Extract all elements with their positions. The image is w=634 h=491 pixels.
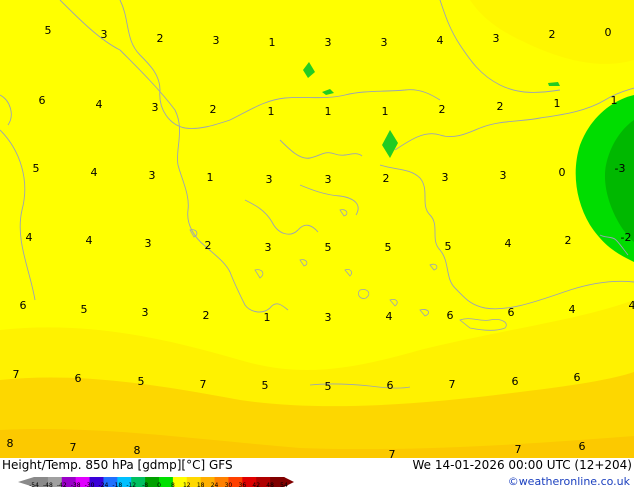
temperature-label: 6 xyxy=(579,440,586,453)
weather-map: 5 3 2 3 1 3 3 4 3 2 0 6 4 3 2 1 1 1 2 2 1 1 5 4 3 1 3 3 2 3 3 0 -3 4 4 3 2 3 5… xyxy=(0,0,634,458)
temperature-label: -3 xyxy=(615,162,626,175)
temperature-label: 6 xyxy=(39,94,46,107)
color-scale-bar xyxy=(18,472,294,482)
temperature-label: 3 xyxy=(325,173,332,186)
temperature-label: 7 xyxy=(449,378,456,391)
temperature-label: 5 xyxy=(45,24,52,37)
temperature-label: 5 xyxy=(445,240,452,253)
temperature-label: 6 xyxy=(75,372,82,385)
temperature-label: 6 xyxy=(512,375,519,388)
temperature-label: 8 xyxy=(134,444,141,457)
temperature-label: 4 xyxy=(86,234,93,247)
scale-tick-label: -38 xyxy=(71,483,81,489)
temperature-label: -2 xyxy=(621,231,632,244)
temperature-label: 4 xyxy=(96,98,103,111)
scale-tick-label: -12 xyxy=(126,483,136,489)
temperature-label: 4 xyxy=(386,310,393,323)
temperature-label: 4 xyxy=(437,34,444,47)
temperature-label: 3 xyxy=(325,36,332,49)
temperature-label: 7 xyxy=(389,448,396,458)
credit-link[interactable]: ©weatheronline.co.uk xyxy=(508,475,630,488)
temperature-label: 2 xyxy=(549,28,556,41)
scale-tick-label: 8 xyxy=(171,483,175,489)
scale-tick-label: -18 xyxy=(112,483,122,489)
temperature-label: 3 xyxy=(149,169,156,182)
temperature-label: 8 xyxy=(7,437,14,450)
scale-tick-label: 24 xyxy=(211,483,219,489)
temperature-label: 2 xyxy=(497,100,504,113)
scale-tick-label: -54 xyxy=(29,483,39,489)
temperature-label: 3 xyxy=(266,173,273,186)
scale-tick-label: 48 xyxy=(266,483,274,489)
temperature-label: 6 xyxy=(447,309,454,322)
temperature-label: 3 xyxy=(500,169,507,182)
temperature-label: 5 xyxy=(262,379,269,392)
scale-tick-label: 18 xyxy=(197,483,205,489)
scale-tick-label: -30 xyxy=(85,483,95,489)
temperature-label: 5 xyxy=(33,162,40,175)
temperature-label: 5 xyxy=(138,375,145,388)
temperature-label: 2 xyxy=(383,172,390,185)
temperature-label: 1 xyxy=(269,36,276,49)
temperature-label: 7 xyxy=(515,443,522,456)
temperature-label: 5 xyxy=(325,380,332,393)
temperature-label: 3 xyxy=(493,32,500,45)
temperature-label: 0 xyxy=(559,166,566,179)
temperature-label: 6 xyxy=(387,379,394,392)
temperature-label: 1 xyxy=(268,105,275,118)
temperature-label: 4 xyxy=(569,303,576,316)
scale-tick-label: 12 xyxy=(183,483,191,489)
temperature-label: 2 xyxy=(210,103,217,116)
temperature-label: 5 xyxy=(81,303,88,316)
temperature-label: 4 xyxy=(91,166,98,179)
valid-datetime: We 14-01-2026 00:00 UTC (12+204) xyxy=(412,458,632,472)
temperature-label: 3 xyxy=(325,311,332,324)
map-canvas: 5 3 2 3 1 3 3 4 3 2 0 6 4 3 2 1 1 1 2 2 1 1 5 4 3 1 3 3 2 3 3 0 -3 4 4 3 2 3 5… xyxy=(0,0,634,458)
temperature-label: 4 xyxy=(629,299,634,312)
temperature-label: 2 xyxy=(439,103,446,116)
temperature-label: 6 xyxy=(20,299,27,312)
scale-tick-label: -48 xyxy=(43,483,53,489)
temperature-label: 3 xyxy=(265,241,272,254)
temperature-label: 2 xyxy=(565,234,572,247)
temperature-label: 3 xyxy=(101,28,108,41)
temperature-label: 6 xyxy=(574,371,581,384)
scale-tick-label: 42 xyxy=(252,483,260,489)
scale-tick-label: -8 xyxy=(142,483,148,489)
temperature-label: 5 xyxy=(325,241,332,254)
map-title: Height/Temp. 850 hPa [gdmp][°C] GFS xyxy=(2,458,233,472)
temperature-label: 4 xyxy=(26,231,33,244)
temperature-label: 7 xyxy=(70,441,77,454)
scale-tick-label: 0 xyxy=(157,483,161,489)
scale-tick-label: -42 xyxy=(57,483,67,489)
temperature-label: 2 xyxy=(205,239,212,252)
temperature-label: 1 xyxy=(382,105,389,118)
temperature-label: 5 xyxy=(385,241,392,254)
temperature-label: 1 xyxy=(554,97,561,110)
temperature-label: 1 xyxy=(264,311,271,324)
temperature-label: 3 xyxy=(152,101,159,114)
temperature-label: 3 xyxy=(142,306,149,319)
temperature-label: 4 xyxy=(505,237,512,250)
scale-tick-label: -24 xyxy=(99,483,109,489)
temperature-label: 1 xyxy=(611,94,618,107)
temperature-label: 1 xyxy=(207,171,214,184)
temperature-label: 3 xyxy=(381,36,388,49)
scale-tick-label: 54 xyxy=(280,483,288,489)
temperature-label: 1 xyxy=(325,105,332,118)
temperature-label: 3 xyxy=(145,237,152,250)
temperature-label: 3 xyxy=(213,34,220,47)
temperature-label: 0 xyxy=(605,26,612,39)
temperature-label: 2 xyxy=(203,309,210,322)
scale-tick-label: 30 xyxy=(225,483,233,489)
temperature-label: 7 xyxy=(200,378,207,391)
scale-tick-label: 36 xyxy=(239,483,247,489)
temperature-label: 3 xyxy=(442,171,449,184)
temperature-label: 7 xyxy=(13,368,20,381)
temperature-label: 6 xyxy=(508,306,515,319)
temperature-label: 2 xyxy=(157,32,164,45)
